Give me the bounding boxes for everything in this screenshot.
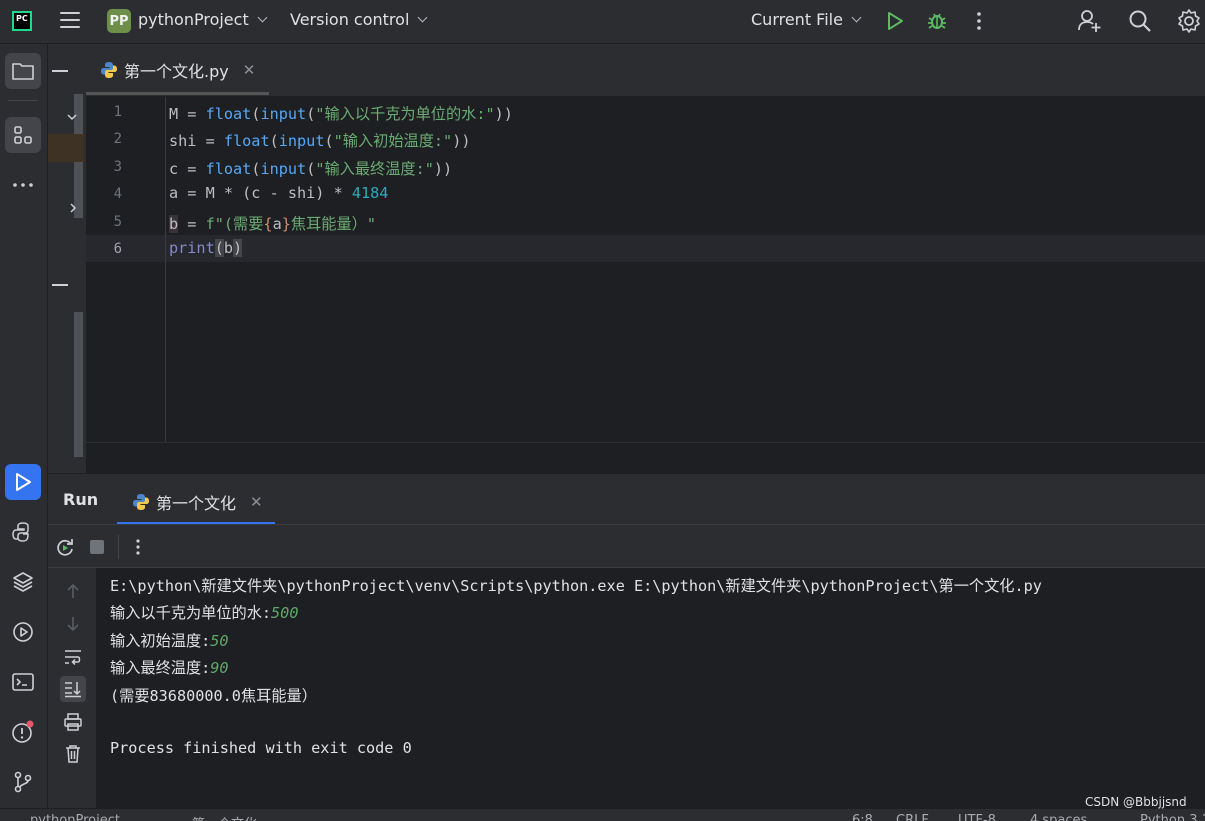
project-tool-folder-icon[interactable]: [5, 53, 41, 89]
run-toolbar: [48, 524, 1205, 568]
current-line-highlight: [86, 235, 1205, 262]
trash-icon[interactable]: [60, 741, 86, 767]
watermark-text: CSDN @Bbbjjsnd: [1085, 795, 1187, 809]
console-line: 输入最终温度:90: [110, 659, 229, 677]
run-title: Run: [63, 490, 99, 509]
chevron-down-icon[interactable]: [66, 112, 78, 122]
left-tool-window-bar: [0, 44, 48, 808]
run-console-output[interactable]: E:\python\新建文件夹\pythonProject\venv\Scrip…: [96, 568, 1205, 808]
run-configuration-label: Current File: [751, 10, 843, 29]
selection-highlight: [48, 134, 84, 162]
chevron-down-icon: [417, 12, 428, 22]
arrow-down-icon[interactable]: [60, 611, 86, 637]
indent-setting[interactable]: 4 spaces: [1030, 813, 1087, 821]
stop-icon[interactable]: [90, 540, 104, 554]
print-icon[interactable]: [60, 709, 86, 735]
chevron-down-icon: [851, 12, 862, 22]
line-number: 3: [113, 159, 122, 175]
python-interpreter[interactable]: Python 3.11: [1140, 813, 1205, 821]
services-icon[interactable]: [5, 614, 41, 650]
version-control-menu[interactable]: Version control: [290, 10, 428, 29]
user-input: 50: [210, 632, 229, 650]
code-editor[interactable]: 1 2 3 4 5 6 M = float(input("输入以千克为单位的水:…: [86, 97, 1205, 442]
line-number: 5: [113, 214, 122, 230]
search-icon[interactable]: [1127, 8, 1153, 34]
editor-tab[interactable]: 第一个文化.py ✕: [100, 58, 255, 82]
code-line: a = M * (c - shi) * 4184: [169, 184, 389, 202]
console-line: 输入初始温度:50: [110, 632, 229, 650]
run-tool-window-header: Run 第一个文化 ✕: [48, 473, 1205, 525]
more-vertical-icon[interactable]: [972, 11, 986, 31]
python-file-icon: [101, 62, 117, 78]
run-tab-label: 第一个文化: [156, 494, 237, 513]
file-encoding[interactable]: UTF-8: [958, 813, 996, 821]
line-number-gutter: 1 2 3 4 5 6: [86, 97, 166, 442]
active-tab-indicator: [86, 92, 269, 95]
console-line: 输入以千克为单位的水:500: [110, 604, 299, 622]
breadcrumb-project[interactable]: pythonProject: [30, 813, 120, 821]
line-number: 2: [113, 131, 122, 147]
debug-icon[interactable]: [926, 9, 948, 33]
line-number: 4: [113, 186, 122, 202]
scroll-track: [74, 312, 83, 457]
console-command-line: E:\python\新建文件夹\pythonProject\venv\Scrip…: [110, 577, 1042, 595]
run-tab[interactable]: 第一个文化 ✕: [132, 490, 263, 514]
run-tool-icon[interactable]: [5, 464, 41, 500]
code-line: shi = float(input("输入初始温度:")): [169, 132, 471, 150]
arrow-up-icon[interactable]: [60, 578, 86, 604]
project-panel-strip: [48, 44, 86, 474]
editor-tab-bar: 第一个文化.py ✕: [86, 44, 1205, 97]
code-line: M = float(input("输入以千克为单位的水:")): [169, 105, 513, 123]
more-vertical-icon[interactable]: [132, 536, 144, 558]
user-input: 500: [271, 604, 299, 622]
code-line: b = f"(需要{a}焦耳能量）": [169, 215, 376, 233]
gear-icon[interactable]: [1176, 8, 1202, 34]
minimize-icon[interactable]: [52, 284, 68, 286]
project-name: pythonProject: [138, 10, 249, 29]
process-exit-line: Process finished with exit code 0: [110, 739, 412, 757]
rerun-icon[interactable]: [54, 536, 76, 558]
close-icon[interactable]: ✕: [243, 61, 256, 79]
problems-icon[interactable]: [5, 714, 41, 750]
editor-tab-label: 第一个文化.py: [124, 62, 229, 81]
title-bar: PC PP pythonProject Version control Curr…: [0, 0, 1205, 44]
add-user-icon[interactable]: [1077, 8, 1103, 34]
run-icon[interactable]: [884, 10, 906, 32]
pycharm-logo-icon: PC: [12, 11, 32, 31]
code-line: c = float(input("输入最终温度:")): [169, 160, 453, 178]
chevron-right-icon[interactable]: [68, 202, 78, 214]
git-branch-icon[interactable]: [5, 764, 41, 800]
line-separator[interactable]: CRLF: [896, 813, 929, 821]
structure-tool-icon[interactable]: [5, 117, 41, 153]
editor-footer: [86, 442, 1205, 473]
close-icon[interactable]: ✕: [250, 493, 263, 511]
run-configuration-selector[interactable]: Current File: [751, 10, 862, 29]
line-number: 1: [113, 104, 122, 120]
version-control-label: Version control: [290, 10, 410, 29]
minimize-icon[interactable]: [52, 70, 68, 72]
chevron-down-icon: [257, 12, 268, 22]
main-menu-hamburger-icon[interactable]: [60, 12, 80, 30]
python-file-icon: [133, 494, 149, 510]
terminal-icon[interactable]: [5, 664, 41, 700]
project-selector[interactable]: pythonProject: [138, 10, 268, 29]
project-badge[interactable]: PP: [107, 9, 131, 33]
caret-position[interactable]: 6:8: [852, 813, 873, 821]
more-tools-ellipsis-icon[interactable]: [5, 167, 41, 203]
console-result-line: (需要83680000.0焦耳能量）: [110, 687, 317, 705]
python-packages-layers-icon[interactable]: [5, 564, 41, 600]
status-bar: pythonProject 第一个文化 6:8 CRLF UTF-8 4 spa…: [0, 808, 1205, 821]
scroll-to-end-icon[interactable]: [60, 676, 86, 702]
code-line: print(b): [169, 239, 243, 257]
soft-wrap-icon[interactable]: [60, 644, 86, 670]
user-input: 90: [210, 659, 229, 677]
line-number: 6: [113, 241, 122, 257]
console-side-toolbar: [48, 568, 96, 808]
python-console-icon[interactable]: [5, 514, 41, 550]
breadcrumb-file[interactable]: 第一个文化: [192, 813, 257, 821]
